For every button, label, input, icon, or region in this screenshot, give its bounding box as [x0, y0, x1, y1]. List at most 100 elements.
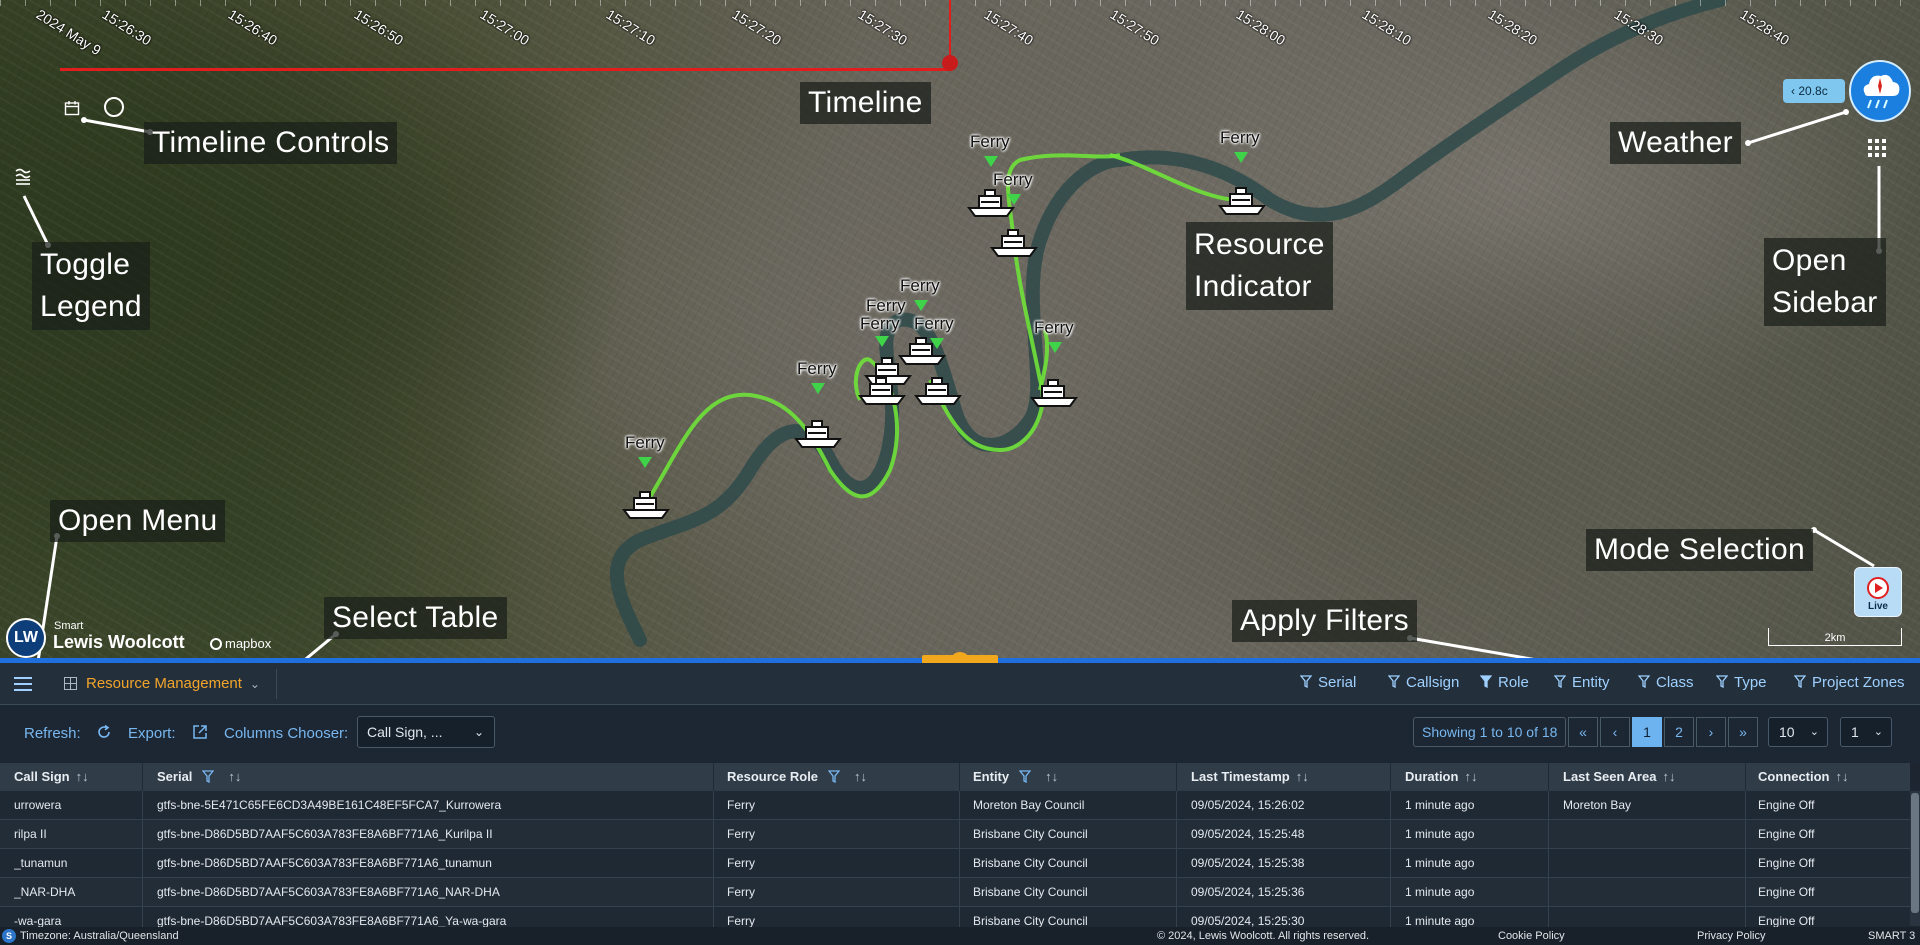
ferry-label[interactable]: Ferry	[1034, 318, 1074, 338]
filter-type-button[interactable]: Type	[1716, 674, 1767, 691]
annotation-apply-filters: Apply Filters	[1232, 600, 1417, 642]
column-header-last-timestamp[interactable]: Last Timestamp ↑↓	[1191, 763, 1309, 791]
playback-toggle-icon[interactable]	[104, 97, 124, 117]
calendar-icon[interactable]	[64, 100, 80, 116]
cookie-policy-link[interactable]: Cookie Policy	[1498, 927, 1565, 945]
ferry-icon[interactable]	[1028, 378, 1080, 408]
ferry-label[interactable]: Ferry	[914, 314, 954, 334]
column-separator[interactable]	[142, 763, 143, 791]
timeline-ruler[interactable]	[0, 0, 1920, 6]
page-size-select[interactable]: 10 ⌄	[1768, 717, 1828, 747]
table-row[interactable]: _NAR-DHA gtfs-bne-D86D5BD7AAF5C603A783FE…	[0, 878, 1910, 907]
sort-icon[interactable]: ↑↓	[1662, 769, 1675, 784]
layers-icon[interactable]	[14, 166, 32, 186]
last-page-button[interactable]: »	[1728, 717, 1758, 747]
ferry-icon[interactable]	[620, 490, 672, 520]
column-header-duration[interactable]: Duration ↑↓	[1405, 763, 1477, 791]
columns-chooser-select[interactable]: Call Sign, ... ⌄	[357, 716, 495, 748]
filter-icon[interactable]	[828, 770, 841, 783]
filter-project-zones-button[interactable]: Project Zones	[1794, 674, 1905, 691]
column-separator[interactable]	[1176, 763, 1177, 791]
rain-cloud-icon	[1863, 74, 1900, 109]
footer: S Timezone: Australia/Queensland © 2024,…	[0, 927, 1920, 945]
ferry-label[interactable]: Ferry	[866, 296, 906, 316]
ferry-label[interactable]: Ferry	[625, 433, 665, 453]
page-2-button[interactable]: 2	[1664, 717, 1694, 747]
weather-temperature-pill[interactable]: ‹ 20.8c	[1783, 79, 1845, 103]
filter-entity-button[interactable]: Entity	[1554, 674, 1610, 691]
filter-serial-button[interactable]: Serial	[1300, 674, 1356, 691]
ferry-label[interactable]: Ferry	[900, 276, 940, 296]
sort-icon[interactable]: ↑↓	[854, 769, 867, 784]
column-separator[interactable]	[1548, 763, 1549, 791]
table-select-dropdown[interactable]: Resource Management ⌄	[60, 671, 262, 697]
hamburger-menu-icon[interactable]	[12, 673, 34, 695]
column-header-entity[interactable]: Entity ↑↓	[973, 763, 1058, 791]
ferry-icon[interactable]	[792, 419, 844, 449]
mapbox-logo[interactable]: mapbox	[210, 636, 271, 651]
ferry-icon[interactable]	[856, 376, 908, 406]
sort-icon[interactable]: ↑↓	[1296, 769, 1309, 784]
pointer-dot	[1843, 109, 1849, 115]
scrollbar-thumb[interactable]	[1911, 793, 1919, 913]
column-header-call-sign[interactable]: Call Sign ↑↓	[14, 763, 89, 791]
column-separator[interactable]	[1745, 763, 1746, 791]
live-mode-button[interactable]: Live	[1854, 567, 1902, 617]
ferry-label[interactable]: Ferry	[970, 132, 1010, 152]
prev-page-button[interactable]: ‹	[1600, 717, 1630, 747]
sort-icon[interactable]: ↑↓	[76, 769, 89, 784]
sort-icon[interactable]: ↑↓	[1836, 769, 1849, 784]
column-separator[interactable]	[1390, 763, 1391, 791]
ferry-label[interactable]: Ferry	[797, 359, 837, 379]
ferry-label[interactable]: Ferry	[1220, 128, 1260, 148]
ferry-arrow-icon	[984, 156, 998, 167]
ferry-icon[interactable]	[988, 228, 1040, 258]
ferry-arrow-icon	[1048, 342, 1062, 353]
ferry-label[interactable]: Ferry	[860, 314, 900, 334]
table-row[interactable]: urrowera gtfs-bne-5E471C65FE6CD3A49BE161…	[0, 791, 1910, 820]
page-1-button[interactable]: 1	[1632, 717, 1662, 747]
filter-role-button[interactable]: Role	[1480, 674, 1529, 691]
table-row[interactable]: rilpa II gtfs-bne-D86D5BD7AAF5C603A783FE…	[0, 820, 1910, 849]
column-header-serial[interactable]: Serial ↑↓	[157, 763, 241, 791]
chevron-left-icon: ‹	[1791, 84, 1795, 98]
privacy-policy-link[interactable]: Privacy Policy	[1697, 927, 1765, 945]
ferry-icon[interactable]	[965, 188, 1017, 218]
refresh-icon[interactable]	[96, 724, 112, 740]
ferry-icon[interactable]	[912, 376, 964, 406]
cell-last-seen-area: Moreton Bay	[1563, 798, 1632, 812]
ferry-label[interactable]: Ferry	[993, 170, 1033, 190]
column-header-resource-role[interactable]: Resource Role ↑↓	[727, 763, 867, 791]
sort-icon[interactable]: ↑↓	[1045, 769, 1058, 784]
cell-separator	[1390, 878, 1391, 906]
column-header-label: Duration	[1405, 769, 1459, 784]
cell-connection: Engine Off	[1758, 798, 1815, 812]
cell-connection: Engine Off	[1758, 885, 1815, 899]
next-page-button[interactable]: ›	[1696, 717, 1726, 747]
column-header-last-seen-area[interactable]: Last Seen Area ↑↓	[1563, 763, 1675, 791]
ferry-icon[interactable]	[1216, 186, 1268, 216]
satellite-map[interactable]: 2024 May 9 15:26:30 15:26:40 15:26:50 15…	[0, 0, 1920, 660]
grid-icon[interactable]	[1867, 138, 1887, 158]
filter-class-button[interactable]: Class	[1638, 674, 1694, 691]
live-icon	[1867, 577, 1889, 599]
first-page-button[interactable]: «	[1568, 717, 1598, 747]
filter-icon	[1716, 675, 1728, 688]
annotation-weather: Weather	[1610, 122, 1741, 164]
table-row[interactable]: _tunamun gtfs-bne-D86D5BD7AAF5C603A783FE…	[0, 849, 1910, 878]
sort-icon[interactable]: ↑↓	[1464, 769, 1477, 784]
filter-icon[interactable]	[1019, 770, 1032, 783]
filter-icon[interactable]	[202, 770, 215, 783]
sort-icon[interactable]: ↑↓	[228, 769, 241, 784]
page-select[interactable]: 1 ⌄	[1840, 717, 1892, 747]
export-icon[interactable]	[192, 724, 208, 740]
filter-callsign-button[interactable]: Callsign	[1388, 674, 1459, 691]
table-scrollbar[interactable]	[1910, 791, 1920, 926]
column-separator[interactable]	[713, 763, 714, 791]
column-header-connection[interactable]: Connection ↑↓	[1758, 763, 1849, 791]
weather-button[interactable]	[1849, 60, 1911, 122]
annotation-text: Open	[1772, 244, 1847, 277]
timeline-scrub-handle[interactable]	[942, 55, 958, 71]
column-header-label: Last Timestamp	[1191, 769, 1290, 784]
column-separator[interactable]	[959, 763, 960, 791]
